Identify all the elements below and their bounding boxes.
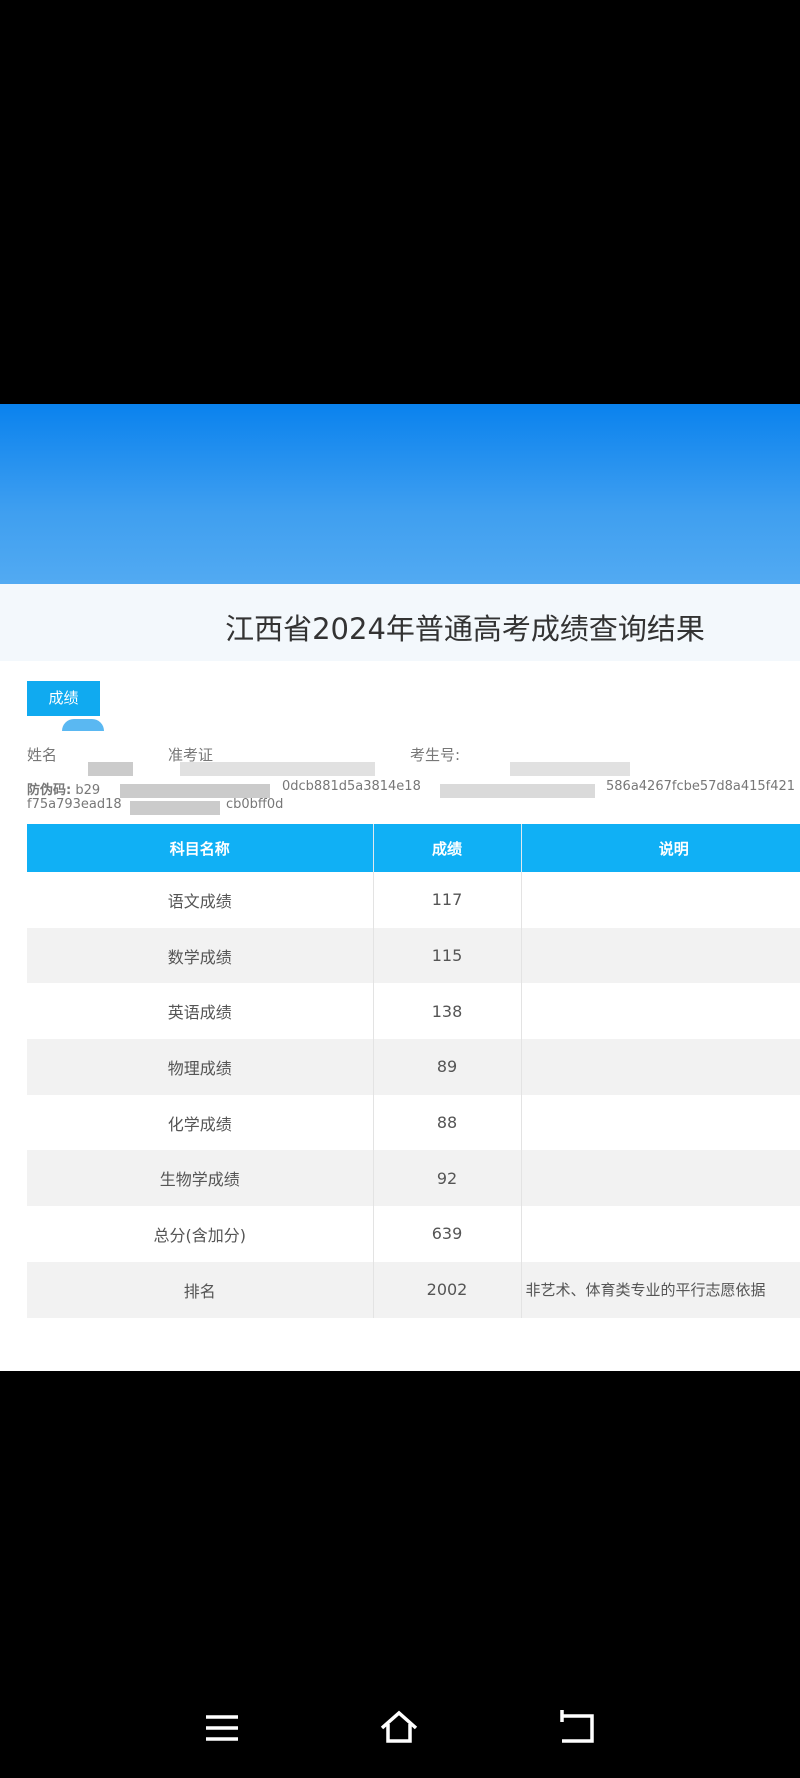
- code-fragment: 0dcb881d5a3814e18: [282, 779, 421, 794]
- note-cell: [521, 927, 800, 984]
- title-band: 江西省2024年普通高考成绩查询结果: [0, 584, 800, 661]
- redacted-name: [88, 762, 133, 776]
- column-header-note: 说明: [521, 824, 800, 872]
- anti-fake-code: 防伪码: b29: [27, 779, 100, 798]
- tab-indicator: [62, 719, 104, 731]
- subject-cell: 排名: [27, 1261, 374, 1318]
- note-cell: 非艺术、体育类专业的平行志愿依据: [521, 1261, 800, 1318]
- subject-cell: 语文成绩: [27, 872, 374, 928]
- back-icon[interactable]: [558, 1708, 598, 1748]
- table-row: 总分(含加分) 639: [27, 1206, 800, 1262]
- redacted-code: [130, 801, 220, 815]
- code-fragment: b29: [75, 783, 101, 798]
- note-cell: [521, 1206, 800, 1262]
- redacted-code: [120, 784, 270, 798]
- note-cell: [521, 1150, 800, 1207]
- score-result-page: 江西省2024年普通高考成绩查询结果 成绩 姓名 准考证 考生号: 防伪码: b…: [0, 404, 800, 1371]
- table-row: 英语成绩 138: [27, 983, 800, 1040]
- code-fragment: f75a793ead18: [27, 797, 122, 812]
- header-banner: [0, 404, 800, 584]
- score-cell: 138: [373, 983, 522, 1040]
- score-cell: 639: [373, 1206, 522, 1262]
- subject-cell: 物理成绩: [27, 1039, 374, 1095]
- table-row: 排名 2002 非艺术、体育类专业的平行志愿依据: [27, 1261, 800, 1318]
- table-row: 语文成绩 117: [27, 872, 800, 928]
- note-cell: [521, 1094, 800, 1151]
- name-label: 姓名: [27, 746, 58, 764]
- table-row: 生物学成绩 92: [27, 1150, 800, 1207]
- score-cell: 88: [373, 1094, 522, 1151]
- code-fragment: 586a4267fcbe57d8a415f421: [606, 779, 796, 794]
- exam-no-label: 考生号:: [410, 746, 461, 764]
- code-fragment: cb0bff0d: [226, 797, 284, 812]
- table-row: 物理成绩 89: [27, 1039, 800, 1095]
- score-table: 科目名称 成绩 说明 语文成绩 117 数学成绩 115 英语成绩 138 物理成绩 89 化学…: [27, 824, 800, 1318]
- column-header-score: 成绩: [373, 824, 522, 872]
- score-cell: 115: [373, 927, 522, 984]
- redacted-code: [440, 784, 595, 798]
- score-cell: 89: [373, 1039, 522, 1095]
- subject-cell: 英语成绩: [27, 983, 374, 1040]
- redacted-exam-no: [510, 762, 630, 776]
- note-cell: [521, 1039, 800, 1095]
- note-cell: [521, 983, 800, 1040]
- redacted-ticket: [180, 762, 375, 776]
- note-cell: [521, 872, 800, 928]
- subject-cell: 总分(含加分): [27, 1206, 374, 1262]
- home-icon[interactable]: [379, 1708, 419, 1748]
- score-cell: 117: [373, 872, 522, 928]
- subject-cell: 生物学成绩: [27, 1150, 374, 1207]
- menu-icon[interactable]: [202, 1708, 242, 1748]
- score-cell: 2002: [373, 1261, 522, 1318]
- column-header-subject: 科目名称: [27, 824, 374, 872]
- table-row: 数学成绩 115: [27, 927, 800, 984]
- subject-cell: 数学成绩: [27, 927, 374, 984]
- anti-fake-label: 防伪码:: [27, 783, 72, 798]
- subject-cell: 化学成绩: [27, 1094, 374, 1151]
- table-row: 化学成绩 88: [27, 1094, 800, 1151]
- page-title: 江西省2024年普通高考成绩查询结果: [225, 612, 705, 646]
- score-cell: 92: [373, 1150, 522, 1207]
- tab-score[interactable]: 成绩: [27, 681, 100, 716]
